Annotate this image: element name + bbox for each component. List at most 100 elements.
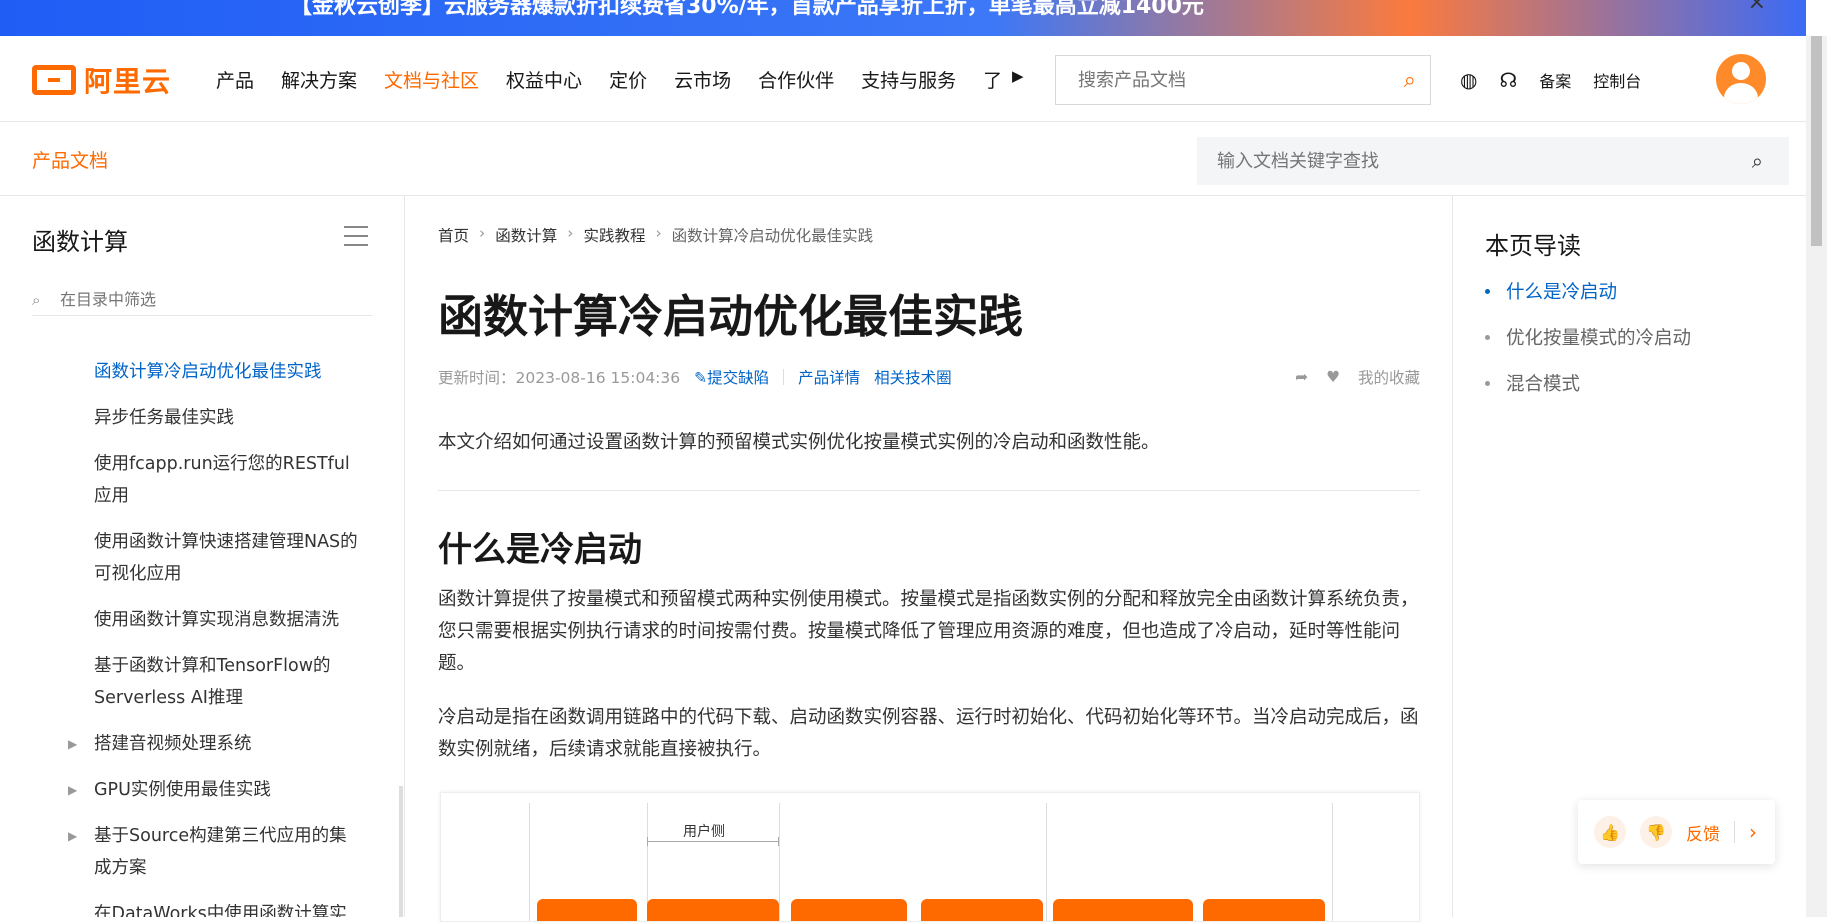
sidebar-item-fcapp-restful[interactable]: 使用fcapp.run运行您的RESTful应用 xyxy=(0,448,390,512)
logo-text: 阿里云 xyxy=(84,65,172,98)
nav-item-products[interactable]: 产品 xyxy=(216,66,254,93)
globe-icon[interactable]: ◍ xyxy=(1460,68,1477,92)
nav-item-truncated[interactable]: 了 xyxy=(983,66,1002,93)
heart-icon[interactable]: ♥ xyxy=(1326,368,1340,386)
breadcrumb-home[interactable]: 首页 xyxy=(438,224,469,246)
page-scrollbar[interactable] xyxy=(1806,36,1827,917)
sidebar-item-dataworks[interactable]: 在DataWorks中使用函数计算实 xyxy=(0,898,390,917)
paragraph: 函数计算提供了按量模式和预留模式两种实例使用模式。按量模式是指函数实例的分配和释… xyxy=(438,589,1419,674)
sidebar-scrollbar[interactable] xyxy=(399,786,403,917)
top-utility-icons: ◍ ☊ 备案 控制台 xyxy=(1460,68,1641,92)
doc-keyword-search-input[interactable] xyxy=(1197,150,1717,172)
sidebar-item-source-integration[interactable]: ▶ 基于Source构建第三代应用的集成方案 xyxy=(0,820,390,884)
thumbs-down-icon[interactable]: 👎 xyxy=(1640,816,1672,848)
product-detail-link[interactable]: 产品详情 xyxy=(798,366,860,388)
feedback-widget: 👍 👎 反馈 › xyxy=(1578,800,1775,864)
search-icon: ⌕ xyxy=(32,290,41,309)
expand-caret-icon[interactable]: ▶ xyxy=(68,820,77,852)
doc-keyword-search[interactable]: ⌕ xyxy=(1197,137,1789,185)
toc-item-what-is-cold-start[interactable]: 什么是冷启动 xyxy=(1485,278,1691,304)
paragraph: 冷启动是指在函数调用链路中的代码下载、启动函数实例容器、运行时初始化、代码初始化… xyxy=(438,707,1419,760)
toc-item-optimize-on-demand[interactable]: 优化按量模式的冷启动 xyxy=(1485,324,1691,350)
sidebar-item-message-cleaning[interactable]: 使用函数计算实现消息数据清洗 xyxy=(0,604,390,636)
chevron-right-icon: › xyxy=(479,224,486,242)
breadcrumb-fc[interactable]: 函数计算 xyxy=(495,224,557,246)
edit-icon: ✎ xyxy=(694,369,708,387)
close-icon[interactable]: × xyxy=(1748,0,1766,15)
main-nav: 产品 解决方案 文档与社区 权益中心 定价 云市场 合作伙伴 支持与服务 了 xyxy=(216,66,1029,93)
cold-start-diagram[interactable]: 用户侧 xyxy=(440,792,1420,922)
sidebar-filter-input[interactable] xyxy=(60,290,360,309)
article-intro: 本文介绍如何通过设置函数计算的预留模式实例优化按量模式实例的冷启动和函数性能。 xyxy=(438,432,1160,453)
nav-item-pricing[interactable]: 定价 xyxy=(609,66,647,93)
beian-link[interactable]: 备案 xyxy=(1539,68,1571,92)
sidebar-item-cold-start[interactable]: 函数计算冷启动优化最佳实践 xyxy=(0,356,390,388)
toc-title: 本页导读 xyxy=(1485,232,1581,260)
aliyun-logo[interactable]: 阿里云 xyxy=(32,60,171,100)
menu-icon[interactable] xyxy=(344,226,368,246)
nav-item-solutions[interactable]: 解决方案 xyxy=(281,66,357,93)
breadcrumb: 首页 › 函数计算 › 实践教程 › 函数计算冷启动优化最佳实践 xyxy=(438,224,873,246)
diagram-box xyxy=(1053,899,1193,921)
article-meta: 更新时间：2023-08-16 15:04:36 ✎提交缺陷 产品详情 相关技术… xyxy=(438,366,1420,388)
sidebar-item-av-processing[interactable]: ▶ 搭建音视频处理系统 xyxy=(0,728,390,760)
sidebar-title: 函数计算 xyxy=(32,228,128,256)
submit-issue-label: 提交缺陷 xyxy=(707,369,770,387)
diagram-box xyxy=(1203,899,1325,921)
search-icon[interactable]: ⌕ xyxy=(1752,149,1763,173)
sidebar-item-label: 搭建音视频处理系统 xyxy=(94,734,252,754)
nav-item-docs-community[interactable]: 文档与社区 xyxy=(384,66,479,93)
diagram-box xyxy=(647,899,779,921)
sidebar-item-async-tasks[interactable]: 异步任务最佳实践 xyxy=(0,402,390,434)
nav-item-marketplace[interactable]: 云市场 xyxy=(674,66,731,93)
thumbs-up-icon[interactable]: 👍 xyxy=(1594,816,1626,848)
sidebar-item-label: 基于Source构建第三代应用的集成方案 xyxy=(94,826,347,878)
promo-banner[interactable]: 【金秋云创季】云服务器爆款折扣续费省30%/年，首款产品享折上折，单笔最高立减1… xyxy=(0,0,1806,36)
favorite-link[interactable]: 我的收藏 xyxy=(1358,366,1420,388)
search-icon[interactable]: ⌕ xyxy=(1404,68,1416,93)
diagram-gridline xyxy=(1046,803,1047,921)
doc-sidebar: 函数计算 ⌕ 函数计算冷启动优化最佳实践 异步任务最佳实践 使用fcapp.ru… xyxy=(0,196,405,917)
submit-issue-link[interactable]: ✎提交缺陷 xyxy=(694,366,769,388)
chevron-right-icon: › xyxy=(567,224,574,242)
divider xyxy=(438,490,1420,491)
chevron-right-icon[interactable]: › xyxy=(1749,820,1757,844)
tech-circle-link[interactable]: 相关技术圈 xyxy=(874,366,952,388)
product-doc-search-input[interactable] xyxy=(1056,69,1376,91)
nav-item-support[interactable]: 支持与服务 xyxy=(861,66,956,93)
feedback-button[interactable]: 反馈 xyxy=(1686,820,1720,845)
divider xyxy=(783,369,785,385)
divider xyxy=(1734,821,1735,843)
sidebar-item-tensorflow-ai[interactable]: 基于函数计算和TensorFlow的Serverless AI推理 xyxy=(0,650,390,714)
diagram-box xyxy=(537,899,637,921)
sidebar-item-gpu-instances[interactable]: ▶ GPU实例使用最佳实践 xyxy=(0,774,390,806)
toc-item-hybrid-mode[interactable]: 混合模式 xyxy=(1485,370,1691,396)
headset-icon[interactable]: ☊ xyxy=(1499,68,1517,92)
expand-caret-icon[interactable]: ▶ xyxy=(68,774,77,806)
nav-item-partners[interactable]: 合作伙伴 xyxy=(758,66,834,93)
doc-subbar: 产品文档 ⌕ xyxy=(0,122,1806,196)
chevron-right-icon: › xyxy=(655,224,662,242)
promo-banner-text: 【金秋云创季】云服务器爆款折扣续费省30%/年，首款产品享折上折，单笔最高立减1… xyxy=(290,0,1204,19)
share-icon[interactable]: ➦ xyxy=(1295,368,1308,386)
diagram-gridline xyxy=(529,803,530,921)
top-navigation: 阿里云 产品 解决方案 文档与社区 权益中心 定价 云市场 合作伙伴 支持与服务… xyxy=(0,36,1806,122)
user-avatar[interactable] xyxy=(1716,54,1766,104)
sidebar-item-nas-visual[interactable]: 使用函数计算快速搭建管理NAS的可视化应用 xyxy=(0,526,390,590)
diagram-label-user-side: 用户侧 xyxy=(683,824,725,840)
page-title: 函数计算冷启动优化最佳实践 xyxy=(438,290,1024,343)
section-heading: 什么是冷启动 xyxy=(438,530,642,570)
diagram-box xyxy=(791,899,907,921)
product-doc-search[interactable]: ⌕ xyxy=(1055,55,1431,105)
nav-item-benefits[interactable]: 权益中心 xyxy=(506,66,582,93)
page-scrollbar-thumb[interactable] xyxy=(1811,36,1822,246)
product-docs-link[interactable]: 产品文档 xyxy=(32,146,108,173)
nav-more-arrow-icon[interactable]: ▶ xyxy=(1012,67,1024,85)
breadcrumb-tutorials[interactable]: 实践教程 xyxy=(583,224,645,246)
sidebar-filter[interactable]: ⌕ xyxy=(32,284,372,316)
article-actions: ➦ ♥ 我的收藏 xyxy=(1295,366,1420,388)
diagram-span-line xyxy=(647,837,779,846)
expand-caret-icon[interactable]: ▶ xyxy=(68,728,77,760)
console-link[interactable]: 控制台 xyxy=(1593,68,1641,92)
toc-list: 什么是冷启动 优化按量模式的冷启动 混合模式 xyxy=(1485,278,1691,416)
